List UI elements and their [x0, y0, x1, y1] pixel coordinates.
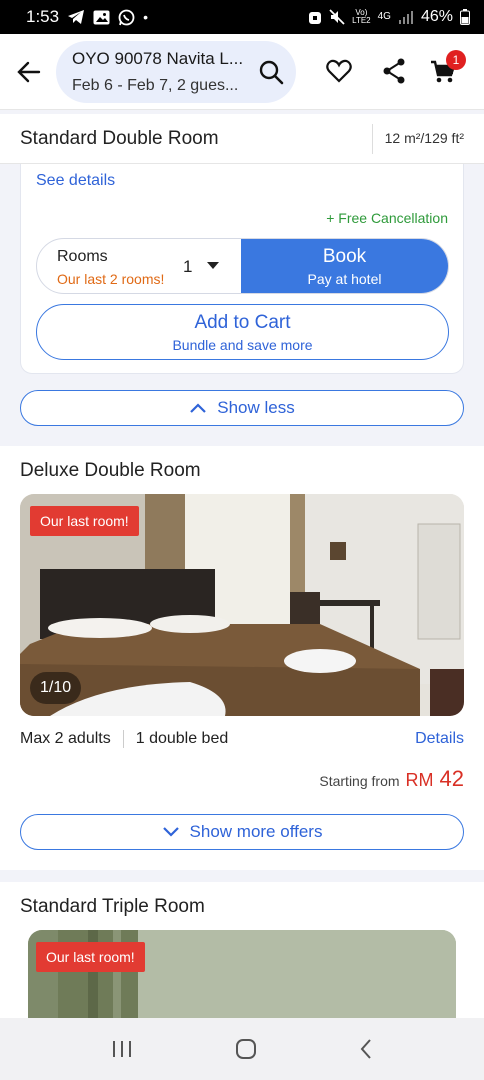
rooms-selector[interactable]: Rooms Our last 2 rooms! 1: [37, 239, 243, 293]
recent-apps-icon[interactable]: [111, 1039, 133, 1059]
battery-icon: [460, 9, 470, 25]
chevron-down-icon: [162, 827, 179, 837]
book-button[interactable]: Book Pay at hotel: [241, 239, 448, 293]
free-cancellation-label: + Free Cancellation: [326, 210, 448, 226]
search-summary-pill[interactable]: OYO 90078 Navita L... Feb 6 - Feb 7, 2 g…: [56, 40, 296, 103]
share-icon[interactable]: [382, 58, 406, 84]
see-details-link[interactable]: See details: [36, 172, 115, 190]
chevron-down-icon: [207, 262, 219, 269]
rooms-warning: Our last 2 rooms!: [57, 271, 165, 287]
heart-icon[interactable]: [326, 58, 352, 84]
back-button[interactable]: [14, 34, 44, 110]
room-title: Deluxe Double Room: [20, 460, 201, 481]
top-bar: OYO 90078 Navita L... Feb 6 - Feb 7, 2 g…: [0, 34, 484, 110]
photo-counter: 1/10: [30, 672, 82, 704]
volte-icon: Vo) LTE2: [352, 8, 371, 25]
back-arrow-icon: [17, 61, 41, 82]
bed-text: 1 double bed: [122, 730, 228, 748]
price-currency: RM: [405, 770, 434, 790]
show-less-button[interactable]: Show less: [20, 390, 464, 426]
status-bar: 1:53 • Vo) LTE2 4G 46%: [0, 0, 484, 34]
room-amenities: Max 2 adults 1 double bed: [20, 730, 228, 748]
battery-percent: 46%: [420, 8, 453, 25]
details-link[interactable]: Details: [415, 730, 464, 748]
network-type-icon: 4G: [377, 11, 391, 22]
status-time: 1:53: [26, 7, 60, 26]
room-header-standard-double: Standard Double Room 12 m²/129 ft²: [0, 114, 484, 164]
last-room-badge: Our last room!: [36, 942, 145, 972]
whatsapp-icon: [118, 9, 135, 25]
offer-card: See details + Free Cancellation Rooms Ou…: [20, 164, 464, 374]
price-amount: 42: [439, 766, 464, 791]
add-to-cart-label: Add to Cart: [194, 312, 291, 333]
show-more-offers-button[interactable]: Show more offers: [20, 814, 464, 850]
show-more-offers-label: Show more offers: [189, 822, 323, 841]
room-photo[interactable]: Our last room! 1/10: [20, 494, 464, 716]
system-nav-bar: [0, 1018, 484, 1080]
add-to-cart-sub-label: Bundle and save more: [172, 337, 313, 353]
room-size: 12 m²/129 ft²: [371, 124, 484, 154]
app-screen: 1:53 • Vo) LTE2 4G 46% OYO 90078 Navita …: [0, 0, 484, 1080]
room-title: Standard Triple Room: [20, 896, 205, 917]
home-icon[interactable]: [235, 1038, 257, 1060]
show-less-label: Show less: [217, 398, 295, 417]
add-to-cart-button[interactable]: Add to Cart Bundle and save more: [36, 304, 449, 360]
book-label: Book: [322, 246, 367, 267]
price-block: Starting from RM 42: [319, 766, 464, 792]
starting-from-label: Starting from: [319, 773, 400, 789]
rooms-book-row: Rooms Our last 2 rooms! 1 Book Pay at ho…: [36, 238, 449, 294]
back-icon[interactable]: [359, 1038, 373, 1060]
room-section-deluxe-double: Deluxe Double Room Our last room! 1/10 M…: [0, 446, 484, 870]
book-sub-label: Pay at hotel: [307, 271, 382, 287]
chevron-up-icon: [190, 403, 207, 413]
signal-icon: [398, 11, 413, 24]
telegram-icon: [68, 10, 85, 24]
last-room-badge: Our last room!: [30, 506, 139, 536]
search-icon[interactable]: [258, 59, 284, 85]
dot-icon: •: [143, 9, 148, 25]
rooms-label: Rooms: [57, 248, 108, 265]
gallery-icon: [93, 10, 110, 24]
room-title: Standard Double Room: [20, 127, 219, 149]
occupancy-text: Max 2 adults: [20, 730, 111, 747]
cart-count-badge: 1: [446, 50, 466, 70]
alarm-icon: [309, 12, 322, 24]
rooms-quantity: 1: [183, 257, 193, 276]
mute-icon: [329, 9, 345, 25]
